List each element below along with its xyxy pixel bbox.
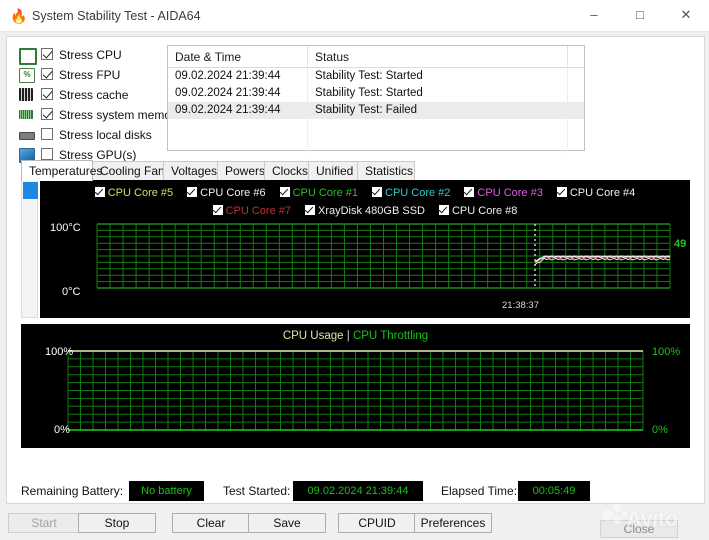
stress-option-checkbox[interactable]	[41, 128, 53, 140]
hard-disk-icon	[19, 132, 35, 140]
log-header-row: Date & Time Status	[168, 46, 584, 68]
stress-option-label: Stress system memory	[59, 108, 182, 122]
temperature-y-axis-bottom-label: 0°C	[62, 286, 81, 298]
log-cell-extra	[568, 102, 584, 119]
usage-y-top-right-label: 100%	[652, 346, 681, 358]
log-cell-empty	[168, 136, 308, 153]
log-cell-empty	[308, 136, 568, 153]
start-button: Start	[8, 513, 80, 533]
memory-module-icon	[19, 110, 33, 119]
button-bar: Start Stop Clear Save CPUID Preferences Close	[0, 506, 709, 540]
log-cell-datetime: 09.02.2024 21:39:44	[168, 85, 308, 102]
title-bar: 🔥 System Stability Test - AIDA64 – □ ✕	[0, 0, 709, 32]
log-cell-status: Stability Test: Failed	[308, 102, 568, 119]
usage-y-bottom-left-label: 0%	[54, 424, 70, 436]
cpuid-button[interactable]: CPUID	[338, 513, 416, 533]
stress-option-row[interactable]: Stress CPU	[19, 46, 169, 65]
preferences-button[interactable]: Preferences	[414, 513, 492, 533]
log-cell-empty	[568, 119, 584, 136]
close-window-button[interactable]: ✕	[663, 0, 709, 30]
stop-button[interactable]: Stop	[78, 513, 156, 533]
battery-value: No battery	[129, 481, 204, 501]
stress-option-checkbox[interactable]	[41, 68, 53, 80]
event-log-table[interactable]: Date & Time Status 09.02.2024 21:39:44 St…	[167, 45, 585, 153]
stress-option-label: Stress FPU	[59, 68, 121, 82]
tab-temperatures[interactable]: Temperatures	[21, 160, 102, 181]
table-row-empty	[168, 136, 584, 153]
temperature-y-axis-top-label: 100°C	[50, 222, 81, 234]
stress-option-checkbox[interactable]	[41, 108, 53, 120]
stress-option-row[interactable]: Stress local disks	[19, 126, 169, 144]
save-button[interactable]: Save	[248, 513, 326, 533]
log-cell-status: Stability Test: Started	[308, 68, 568, 85]
clear-button[interactable]: Clear	[172, 513, 250, 533]
log-cell-empty	[568, 136, 584, 153]
stress-option-label: Stress CPU	[59, 48, 122, 62]
log-cell-extra	[568, 68, 584, 85]
log-col-status[interactable]: Status	[308, 46, 568, 68]
log-cell-datetime: 09.02.2024 21:39:44	[168, 68, 308, 85]
temperature-current-value: 49	[674, 238, 687, 250]
close-button[interactable]: Close	[600, 520, 678, 538]
stress-options-list: Stress CPU% Stress FPU Stress cache Stress …	[19, 46, 181, 166]
tab-voltages[interactable]: Voltages	[163, 161, 218, 180]
usage-y-bottom-right-label: 0%	[652, 424, 668, 436]
usage-y-top-left-label: 100%	[45, 346, 74, 358]
log-col-datetime[interactable]: Date & Time	[168, 46, 308, 68]
window-title: System Stability Test - AIDA64	[32, 9, 201, 23]
stress-option-row[interactable]: Stress cache	[19, 86, 169, 104]
elapsed-time-value: 00:05:49	[518, 481, 590, 501]
log-cell-extra	[568, 85, 584, 102]
temperature-time-marker-label: 21:38:37	[502, 300, 539, 311]
stress-option-label: Stress local disks	[59, 128, 152, 142]
flame-icon: 🔥	[10, 8, 28, 24]
cache-icon	[19, 88, 33, 101]
sensor-list-scrollbar[interactable]	[21, 180, 38, 318]
table-row[interactable]: 09.02.2024 21:39:44 Stability Test: Start…	[168, 68, 584, 85]
tab-unified[interactable]: Unified	[308, 161, 358, 180]
table-row-empty	[168, 119, 584, 136]
maximize-button[interactable]: □	[617, 0, 663, 30]
stress-option-checkbox[interactable]	[41, 48, 53, 60]
test-started-value: 09.02.2024 21:39:44	[293, 481, 423, 501]
cpu-usage-graph: CPU Usage | CPU Throttling 100% 0% 100% …	[21, 324, 690, 448]
tab-statistics[interactable]: Statistics	[357, 161, 415, 180]
status-strip: Remaining Battery: No battery Test Start…	[21, 481, 681, 501]
stress-option-checkbox[interactable]	[41, 148, 53, 160]
scrollbar-thumb[interactable]	[23, 182, 38, 199]
test-started-label: Test Started:	[223, 484, 291, 498]
table-row[interactable]: 09.02.2024 21:39:44 Stability Test: Faile…	[168, 102, 584, 119]
charts-container: CPU Core #5 CPU Core #6 CPU Core #1 CPU Cor…	[21, 180, 690, 475]
log-cell-empty	[308, 119, 568, 136]
temperature-grid	[96, 223, 671, 289]
stress-option-checkbox[interactable]	[41, 88, 53, 100]
tab-cooling-fans[interactable]: Cooling Fans	[92, 161, 171, 180]
elapsed-time-label: Elapsed Time:	[441, 484, 518, 498]
log-cell-status: Stability Test: Started	[308, 85, 568, 102]
stress-option-label: Stress cache	[59, 88, 129, 102]
main-panel: Stress CPU% Stress FPU Stress cache Stress …	[6, 36, 705, 504]
log-col-extra[interactable]	[568, 46, 584, 68]
client-area: Stress CPU% Stress FPU Stress cache Stress …	[0, 32, 709, 506]
tab-clocks[interactable]: Clocks	[264, 161, 309, 180]
cpu-chip-icon	[19, 48, 37, 65]
battery-label: Remaining Battery:	[21, 484, 124, 498]
stress-option-row[interactable]: % Stress FPU	[19, 66, 169, 84]
minimize-button[interactable]: –	[571, 0, 617, 30]
temperature-graph: CPU Core #5 CPU Core #6 CPU Core #1 CPU Cor…	[40, 180, 690, 318]
cpu-usage-grid	[67, 350, 644, 431]
log-cell-empty	[168, 119, 308, 136]
tab-powers[interactable]: Powers	[217, 161, 265, 180]
table-row[interactable]: 09.02.2024 21:39:44 Stability Test: Start…	[168, 85, 584, 102]
log-cell-datetime: 09.02.2024 21:39:44	[168, 102, 308, 119]
fpu-percent-icon: %	[19, 68, 35, 83]
stress-option-row[interactable]: Stress system memory	[19, 106, 181, 124]
